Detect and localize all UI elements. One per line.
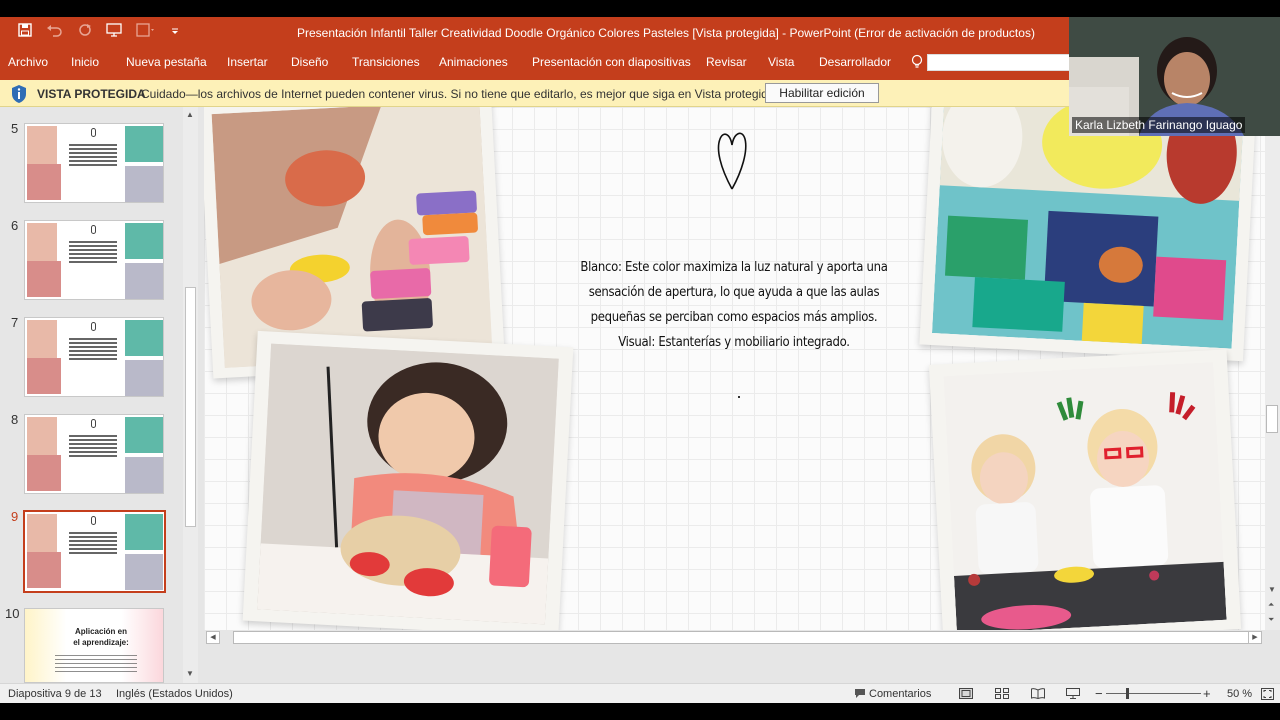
thumb-number-selected: 9 — [11, 509, 19, 524]
stray-dot — [738, 396, 740, 398]
scrollbar-thumb[interactable] — [1266, 405, 1278, 433]
scroll-down-icon[interactable]: ▼ — [186, 669, 194, 678]
status-bar: Diapositiva 9 de 13 Inglés (Estados Unid… — [0, 683, 1280, 703]
body-line-3: pequeñas se perciban como espacios más a… — [590, 310, 878, 325]
tab-presentacion[interactable]: Presentación con diapositivas — [532, 55, 691, 69]
save-icon[interactable] — [18, 23, 32, 37]
scroll-down-icon[interactable]: ▼ — [1268, 585, 1276, 594]
tab-animaciones[interactable]: Animaciones — [439, 55, 508, 69]
powerpoint-window: Presentación Infantil Taller Creatividad… — [0, 0, 1280, 720]
slide-body-text[interactable]: Blanco: Este color maximiza la luz natur… — [564, 255, 904, 355]
thumb-number: 7 — [11, 315, 19, 330]
thumbnail-scrollbar[interactable]: ▲ ▼ — [183, 107, 198, 683]
lightbulb-icon[interactable] — [911, 54, 923, 75]
thumb-number: 6 — [11, 218, 19, 233]
zoom-slider[interactable] — [1106, 693, 1201, 694]
heart-doodle-icon — [717, 132, 747, 190]
scroll-left-icon[interactable]: ◀ — [206, 631, 220, 644]
body-line-4: Visual: Estanterías y mobiliario integra… — [618, 335, 850, 350]
undo-icon[interactable] — [46, 23, 64, 37]
zoom-in-icon[interactable]: + — [1203, 686, 1211, 701]
scrollbar-thumb[interactable] — [233, 631, 1249, 644]
shield-info-icon — [10, 84, 28, 109]
top-letterbox — [0, 0, 1280, 17]
thumb-number: 10 — [5, 606, 20, 621]
body-line-1: Blanco: Este color maximiza la luz natur… — [580, 260, 888, 275]
slide-horizontal-scrollbar[interactable]: ◀ ▶ — [205, 630, 1265, 645]
scroll-up-icon[interactable]: ▲ — [186, 110, 194, 119]
bottom-letterbox — [0, 703, 1280, 720]
present-from-start-icon[interactable] — [106, 23, 122, 37]
slide-thumbnail-10[interactable]: Aplicación en el aprendizaje: — [24, 608, 164, 683]
quick-access-toolbar — [18, 23, 180, 37]
tab-insertar[interactable]: Insertar — [227, 55, 268, 69]
tab-diseno[interactable]: Diseño — [291, 55, 328, 69]
protected-view-label: VISTA PROTEGIDA — [37, 87, 146, 101]
tell-me-search-input[interactable] — [927, 54, 1072, 71]
scrollbar-thumb[interactable] — [185, 287, 196, 527]
tab-nueva-pestana[interactable]: Nueva pestaña — [126, 55, 207, 69]
photo-kids-crafting[interactable] — [919, 107, 1257, 362]
zoom-slider-knob[interactable] — [1126, 688, 1129, 699]
video-call-tile: Karla Lizbeth Farinango Iguago — [1069, 17, 1280, 136]
next-slide-icon[interactable]: ⏷ — [1268, 615, 1274, 625]
thumb-number: 8 — [11, 412, 19, 427]
reading-view-icon[interactable] — [1031, 688, 1045, 702]
customize-toolbar-icon[interactable] — [170, 23, 180, 37]
layout-icon[interactable] — [136, 23, 156, 37]
tab-transiciones[interactable]: Transiciones — [352, 55, 420, 69]
tab-vista[interactable]: Vista — [768, 55, 794, 69]
slide-thumbnail-7[interactable] — [24, 317, 164, 397]
photo-girl-painting[interactable] — [242, 330, 574, 630]
participant-name: Karla Lizbeth Farinango Iguago — [1072, 117, 1246, 133]
body-line-2: sensación de apertura, lo que ayuda a qu… — [588, 285, 880, 300]
zoom-out-icon[interactable]: − — [1095, 686, 1103, 701]
previous-slide-icon[interactable]: ⏶ — [1268, 600, 1274, 610]
slide-thumbnail-8[interactable] — [24, 414, 164, 494]
comments-icon[interactable] — [854, 688, 866, 702]
slide-counter: Diapositiva 9 de 13 — [8, 688, 102, 700]
tab-desarrollador[interactable]: Desarrollador — [819, 55, 891, 69]
slide-thumbnail-5[interactable] — [24, 123, 164, 203]
language-indicator[interactable]: Inglés (Estados Unidos) — [116, 688, 233, 700]
normal-view-icon[interactable] — [959, 688, 973, 702]
tab-archivo[interactable]: Archivo — [8, 55, 48, 69]
slide-thumbnail-6[interactable] — [24, 220, 164, 300]
zoom-level[interactable]: 50 % — [1227, 688, 1252, 700]
slide-sorter-icon[interactable] — [995, 688, 1009, 702]
photo-children-finger-painting[interactable] — [928, 349, 1242, 630]
redo-icon[interactable] — [78, 23, 92, 37]
slideshow-icon[interactable] — [1066, 688, 1080, 702]
slide-canvas[interactable]: Blanco: Este color maximiza la luz natur… — [204, 107, 1265, 630]
tab-inicio[interactable]: Inicio — [71, 55, 99, 69]
thumb-number: 5 — [11, 121, 19, 136]
fit-to-window-icon[interactable] — [1261, 688, 1274, 703]
slide-vertical-scrollbar[interactable]: ▼ ⏶ ⏷ — [1265, 107, 1280, 630]
window-title: Presentación Infantil Taller Creatividad… — [297, 26, 1035, 40]
protected-view-message: Cuidado—los archivos de Internet pueden … — [141, 87, 778, 101]
slide-thumbnail-9-selected[interactable] — [23, 510, 166, 593]
tab-revisar[interactable]: Revisar — [706, 55, 747, 69]
enable-editing-button[interactable]: Habilitar edición — [765, 83, 879, 103]
comments-button[interactable]: Comentarios — [869, 688, 931, 700]
slide-editor: Blanco: Este color maximiza la luz natur… — [200, 107, 1265, 630]
slide10-title: Aplicación en el aprendizaje: — [73, 627, 129, 647]
scroll-right-icon[interactable]: ▶ — [1248, 631, 1262, 644]
